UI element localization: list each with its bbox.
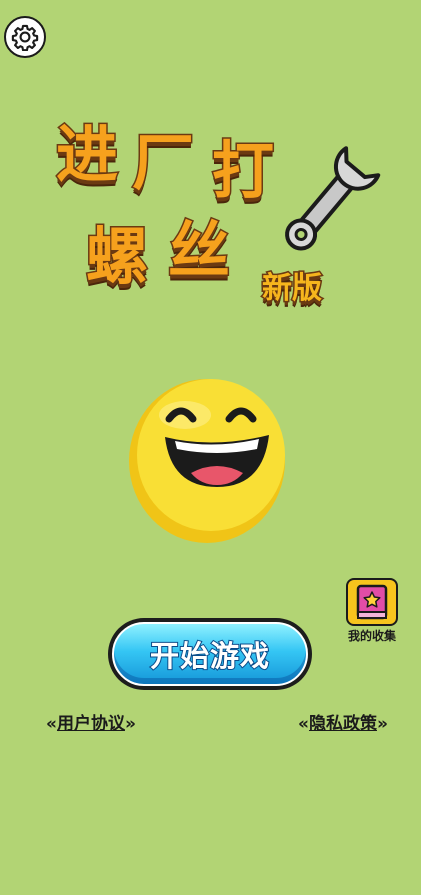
privacy-policy-link[interactable]: «隐私政策» xyxy=(298,709,388,734)
collection-label: 我的收集 xyxy=(347,629,396,643)
start-game-label: 开始游戏 xyxy=(149,638,270,674)
title-char: 螺 xyxy=(84,220,149,293)
privacy-policy-text: 隐私政策 xyxy=(308,714,377,734)
link-bracket-open: « xyxy=(46,714,57,734)
start-game-button[interactable]: 开始游戏 xyxy=(108,618,312,690)
title-char: 厂 xyxy=(130,126,195,199)
title-badge: 新版 xyxy=(261,270,324,308)
book-star-icon xyxy=(356,584,388,620)
link-bracket-open: « xyxy=(298,714,309,734)
collection-button[interactable]: 我的收集 xyxy=(342,578,402,644)
title-char: 进 xyxy=(54,118,119,191)
title-char: 打 xyxy=(210,134,275,207)
user-agreement-text: 用户协议 xyxy=(56,714,125,734)
collection-icon-frame xyxy=(346,578,398,626)
gear-icon xyxy=(11,24,39,51)
wrench-icon xyxy=(285,146,381,251)
link-bracket-close: » xyxy=(124,714,136,734)
settings-button[interactable] xyxy=(4,16,46,58)
start-game-button-face: 开始游戏 xyxy=(112,622,308,686)
laughing-smiley-icon xyxy=(129,379,285,543)
link-bracket-close: » xyxy=(376,714,388,734)
game-logo: 进 厂 打 螺 丝 新版 xyxy=(50,118,381,308)
title-char: 丝 xyxy=(166,214,231,287)
user-agreement-link[interactable]: «用户协议» xyxy=(46,709,136,734)
